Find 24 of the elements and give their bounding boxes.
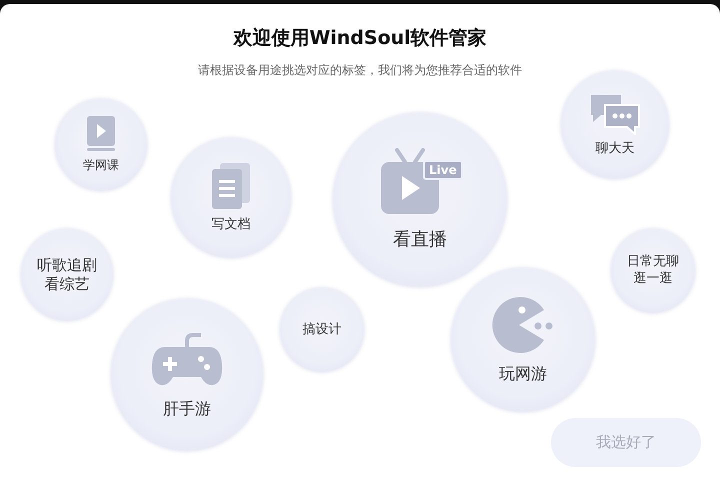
tag-bubble[interactable]: 聊大天 bbox=[561, 71, 669, 179]
book-icon bbox=[85, 116, 117, 152]
tag-label: 写文档 bbox=[212, 216, 250, 234]
tag-bubble[interactable]: 玩网游 bbox=[451, 268, 595, 412]
tag-label: 聊大天 bbox=[596, 140, 634, 158]
tag-bubble[interactable]: 肝手游 bbox=[111, 299, 263, 451]
tag-label: 看直播 bbox=[393, 228, 447, 252]
chat-icon bbox=[589, 92, 641, 135]
tag-bubble[interactable]: 搞设计 bbox=[280, 288, 364, 372]
tag-label: 肝手游 bbox=[163, 398, 211, 420]
tag-label: 日常无聊 逛一逛 bbox=[627, 254, 679, 288]
tag-bubble[interactable]: 学网课 bbox=[55, 99, 147, 191]
tag-label: 学网课 bbox=[83, 158, 119, 174]
tag-label: 搞设计 bbox=[302, 322, 342, 338]
page-title: 欢迎使用WindSoul软件管家 bbox=[232, 26, 488, 51]
tag-bubble[interactable]: 听歌追剧 看综艺 bbox=[21, 229, 113, 321]
live-badge: Live bbox=[423, 160, 463, 180]
tag-label: 玩网游 bbox=[499, 364, 547, 384]
tag-bubble[interactable]: 日常无聊 逛一逛 bbox=[611, 229, 695, 313]
tag-bubble[interactable]: 写文档 bbox=[171, 138, 291, 258]
tag-label: 听歌追剧 看综艺 bbox=[37, 256, 97, 294]
page-subtitle: 请根据设备用途挑选对应的标签，我们将为您推荐合适的软件 bbox=[197, 62, 523, 78]
tag-bubble[interactable]: Live 看直播 bbox=[333, 113, 507, 287]
document-icon bbox=[210, 162, 252, 211]
